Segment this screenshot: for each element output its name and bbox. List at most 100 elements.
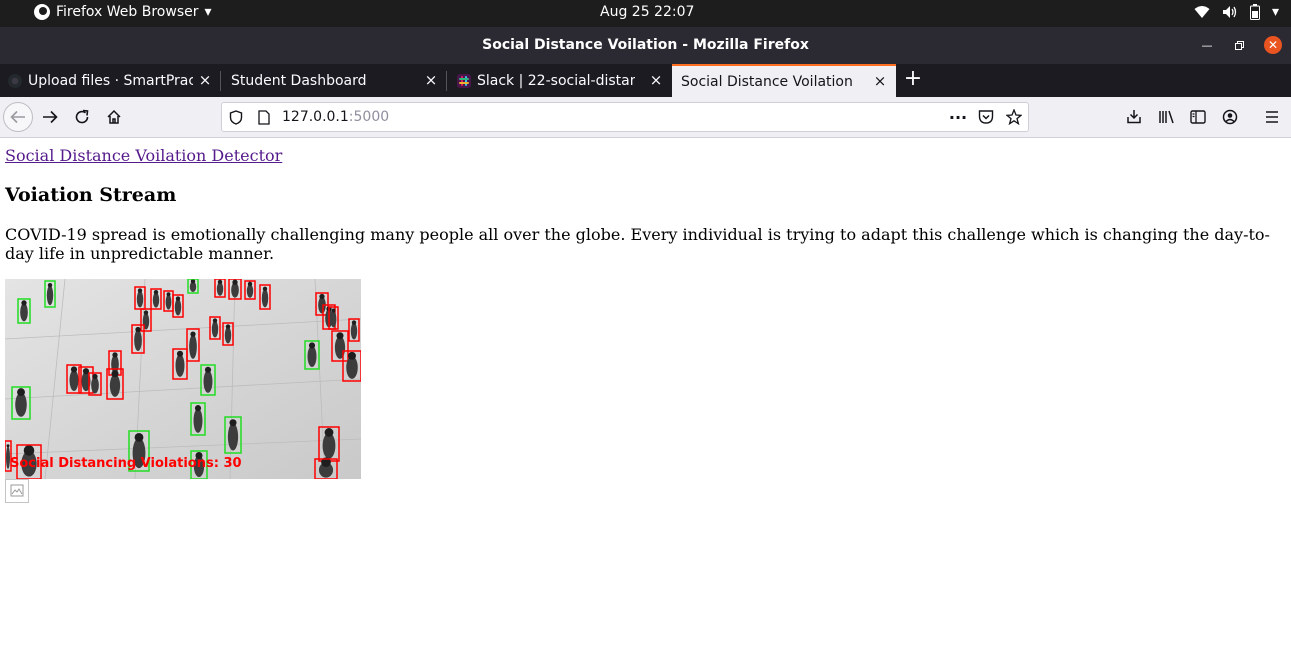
close-window-button[interactable]: ✕: [1264, 36, 1282, 54]
restore-icon: [1234, 40, 1244, 50]
person-figure: [20, 303, 28, 322]
downloads-button[interactable]: [1120, 103, 1148, 131]
app-menu-label: Firefox Web Browser: [56, 4, 199, 20]
firefox-icon: [34, 4, 50, 20]
video-stream-image: Social Distancing Violations: 30: [5, 279, 361, 479]
person-figure: [174, 298, 182, 316]
person-head: [324, 428, 334, 437]
tab-label: Student Dashboard: [231, 72, 367, 89]
tab-slack[interactable]: Slack | 22-social-distancir ×: [447, 64, 672, 97]
person-head: [21, 300, 27, 306]
person-head: [204, 366, 212, 373]
url-text[interactable]: 127.0.0.1:5000: [282, 109, 389, 125]
volume-icon: [1222, 6, 1237, 18]
person-head: [175, 296, 181, 301]
person-figure: [216, 282, 224, 296]
caret-down-icon: ▾: [1271, 4, 1279, 20]
person-figure: [109, 374, 121, 397]
tab-upload-files[interactable]: Upload files · SmartPract ×: [0, 64, 221, 97]
person-figure: [307, 345, 317, 368]
person-figure: [211, 320, 219, 338]
page-heading: Voiation Stream: [5, 184, 177, 206]
person-head: [137, 288, 143, 293]
person-head: [47, 282, 53, 288]
reload-button[interactable]: [68, 103, 96, 131]
person-head: [331, 308, 336, 313]
violation-count-overlay: Social Distancing Violations: 30: [10, 456, 242, 471]
person-figure: [203, 370, 213, 393]
forward-button[interactable]: [36, 103, 64, 131]
minimize-button[interactable]: —: [1198, 36, 1216, 54]
person-figure: [189, 334, 197, 359]
bookmark-star-icon[interactable]: [1004, 107, 1024, 127]
person-head: [229, 419, 237, 427]
person-head: [70, 366, 78, 373]
github-icon: [8, 73, 22, 88]
video-stream-frame: Social Distancing Violations: 30: [5, 279, 361, 479]
person-head: [135, 326, 141, 333]
page-content: Social Distance Voilation Detector Voiat…: [0, 138, 1291, 663]
hamburger-icon: [1266, 111, 1278, 123]
person-head: [194, 405, 202, 412]
library-icon: [1159, 110, 1174, 124]
caret-down-icon: ▾: [204, 4, 212, 20]
home-button[interactable]: [100, 103, 128, 131]
person-head: [82, 368, 90, 375]
person-head: [17, 388, 25, 397]
url-bar[interactable]: 127.0.0.1:5000 ···: [221, 102, 1029, 132]
tab-label: Social Distance Voilation: [681, 73, 853, 90]
person-figure: [261, 289, 269, 308]
maximize-button[interactable]: [1230, 36, 1248, 54]
person-figure: [152, 292, 160, 308]
close-tab-icon[interactable]: ×: [197, 71, 213, 89]
brand-link[interactable]: Social Distance Voilation Detector: [5, 146, 282, 165]
account-icon: [1222, 109, 1238, 125]
person-figure: [69, 369, 79, 392]
person-head: [134, 433, 144, 442]
tab-student-dashboard[interactable]: Student Dashboard ×: [221, 64, 447, 97]
arrow-left-icon: [10, 110, 25, 124]
tab-social-distance-voilation[interactable]: Social Distance Voilation ×: [672, 64, 896, 97]
person-figure: [246, 284, 254, 298]
person-head: [212, 318, 218, 323]
page-actions-icon[interactable]: ···: [948, 107, 968, 127]
person-head: [319, 293, 325, 300]
close-tab-icon[interactable]: ×: [872, 72, 888, 90]
person-head: [348, 351, 356, 360]
person-figure: [193, 408, 203, 433]
tab-label: Slack | 22-social-distancir: [477, 72, 635, 89]
menu-button[interactable]: [1258, 103, 1286, 131]
person-figure: [350, 322, 358, 340]
app-menu[interactable]: Firefox Web Browser ▾: [34, 4, 212, 20]
navigation-toolbar: 127.0.0.1:5000 ···: [0, 97, 1291, 138]
system-tray[interactable]: ▾: [1194, 4, 1279, 20]
person-head: [217, 279, 223, 285]
tab-label: Upload files · SmartPract: [28, 72, 193, 89]
close-tab-icon[interactable]: ×: [648, 71, 664, 89]
person-head: [23, 445, 35, 456]
page-description: COVID-19 spread is emotionally challengi…: [5, 225, 1270, 263]
person-head: [336, 332, 344, 340]
page-info-icon[interactable]: [254, 107, 274, 127]
person-figure: [15, 392, 27, 417]
pocket-icon[interactable]: [976, 107, 996, 127]
library-button[interactable]: [1153, 103, 1181, 131]
back-button[interactable]: [3, 102, 33, 132]
shield-icon[interactable]: [226, 107, 246, 127]
sidebar-button[interactable]: [1184, 103, 1212, 131]
broken-image-placeholder: [5, 479, 29, 503]
person-figure: [91, 376, 99, 394]
wifi-icon: [1194, 6, 1210, 18]
person-head: [176, 350, 184, 357]
person-figure: [134, 329, 142, 352]
person-head: [190, 331, 196, 337]
account-button[interactable]: [1216, 103, 1244, 131]
new-tab-button[interactable]: +: [902, 68, 924, 91]
person-head: [262, 286, 268, 292]
person-figure: [46, 285, 54, 306]
url-port: :5000: [348, 109, 390, 125]
close-tab-icon[interactable]: ×: [423, 71, 439, 89]
clock[interactable]: Aug 25 22:07: [600, 4, 694, 20]
download-icon: [1127, 110, 1141, 124]
sidebar-icon: [1190, 110, 1206, 124]
